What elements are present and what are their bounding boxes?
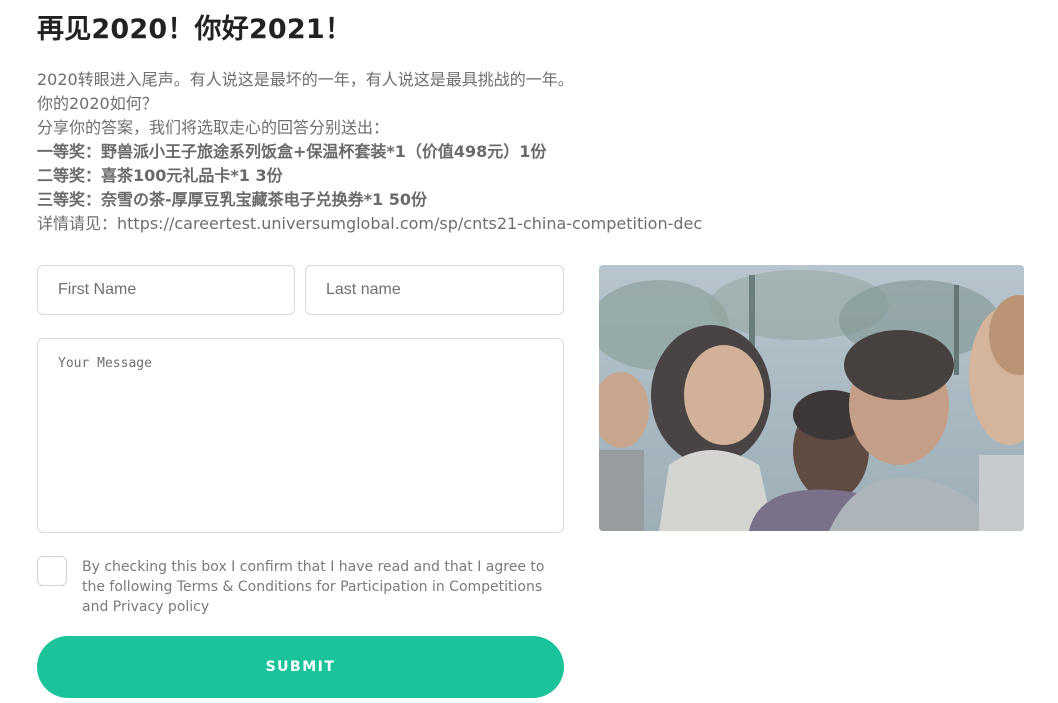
first-name-input[interactable] bbox=[37, 265, 295, 315]
intro-line-2: 你的2020如何？ bbox=[37, 94, 158, 113]
intro-line-3: 分享你的答案，我们将选取走心的回答分别送出： bbox=[37, 118, 390, 137]
consent-label: By checking this box I confirm that I ha… bbox=[82, 559, 545, 615]
third-prize: 三等奖：奈雪の茶-厚厚豆乳宝藏茶电子兑换券*1 50份 bbox=[37, 190, 427, 209]
page-title: 再见2020！你好2021！ bbox=[37, 14, 353, 45]
second-prize: 二等奖：喜茶100元礼品卡*1 3份 bbox=[37, 166, 283, 185]
group-photo bbox=[599, 265, 1024, 531]
message-textarea[interactable] bbox=[37, 338, 564, 533]
intro-text: 2020转眼进入尾声。有人说这是最坏的一年，有人说这是最具挑战的一年。 你的20… bbox=[37, 68, 757, 236]
first-prize: 一等奖：野兽派小王子旅途系列饭盒+保温杯套装*1（价值498元）1份 bbox=[37, 142, 547, 161]
last-name-input[interactable] bbox=[305, 265, 564, 315]
details-link-line: 详情请见：https://careertest.universumglobal.… bbox=[37, 214, 703, 233]
intro-line-1: 2020转眼进入尾声。有人说这是最坏的一年，有人说这是最具挑战的一年。 bbox=[37, 70, 574, 89]
submit-button[interactable]: SUBMIT bbox=[37, 636, 564, 698]
consent-checkbox[interactable] bbox=[37, 556, 67, 586]
